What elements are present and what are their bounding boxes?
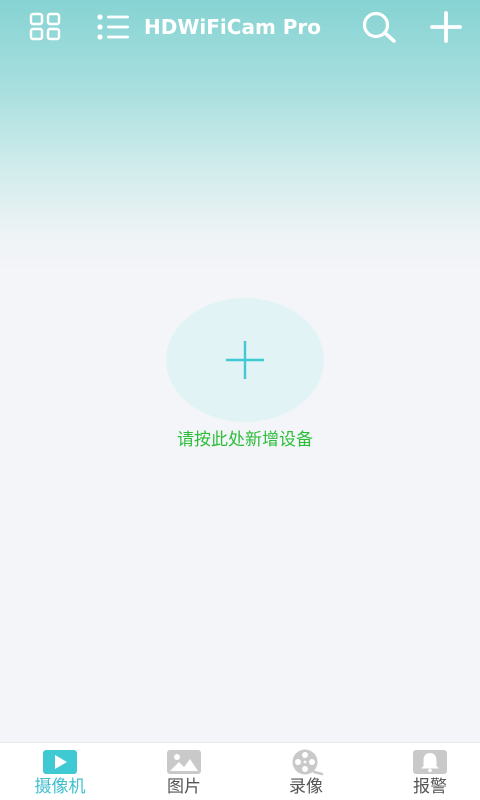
- search-icon: [362, 11, 396, 43]
- bell-icon: [413, 750, 447, 774]
- plus-icon: [226, 341, 264, 379]
- image-icon: [167, 750, 201, 774]
- nav-label-recordings: 录像: [289, 777, 323, 797]
- grid-view-icon: [29, 12, 61, 41]
- search-button[interactable]: [358, 8, 400, 46]
- plus-icon: [430, 11, 462, 43]
- nav-tab-alarm[interactable]: 报警: [370, 743, 480, 800]
- grid-view-button[interactable]: [26, 10, 64, 44]
- add-device-hint[interactable]: 请按此处新增设备: [0, 428, 480, 452]
- nav-label-camera: 摄像机: [34, 777, 86, 797]
- bottom-navigation: 摄像机 图片 录像 报警: [0, 742, 480, 800]
- nav-label-alarm: 报警: [413, 777, 447, 797]
- nav-tab-recordings[interactable]: 录像: [246, 743, 366, 800]
- add-device-button[interactable]: [166, 298, 324, 422]
- add-device-header-button[interactable]: [426, 8, 466, 46]
- nav-label-pictures: 图片: [167, 777, 201, 797]
- nav-tab-camera[interactable]: 摄像机: [0, 743, 120, 800]
- list-view-button[interactable]: [94, 10, 132, 44]
- film-reel-icon: [292, 749, 324, 776]
- nav-tab-pictures[interactable]: 图片: [124, 743, 244, 800]
- top-bar: HDWiFiCam Pro: [0, 0, 480, 56]
- play-icon: [43, 750, 77, 774]
- app-title: HDWiFiCam Pro: [144, 15, 322, 39]
- list-view-icon: [97, 14, 129, 40]
